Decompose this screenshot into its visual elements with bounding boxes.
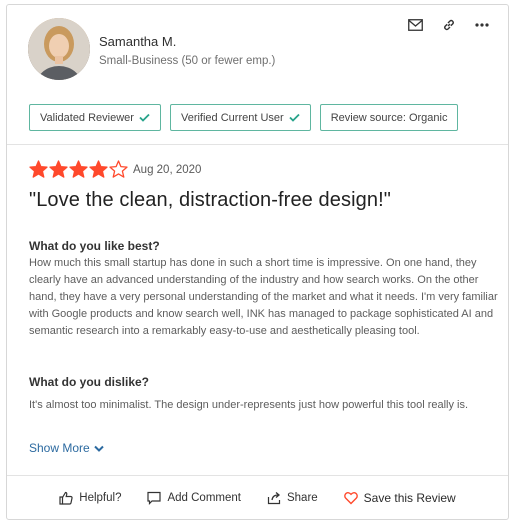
top-actions [407,16,490,33]
heart-icon [343,492,358,505]
check-icon [289,113,300,122]
more-options-icon[interactable] [473,16,490,33]
check-icon [139,113,150,122]
chevron-down-icon [93,445,104,452]
divider [7,475,508,476]
star-filled-icon [49,160,68,178]
review-card: Samantha M. Small-Business (50 or fewer … [6,4,509,520]
helpful-label: Helpful? [79,492,122,504]
like-heading: What do you like best? [29,239,160,253]
dislike-heading: What do you dislike? [29,375,150,389]
review-actions: Helpful? Add Comment Share Save this Rev… [7,488,508,508]
review-date: Aug 20, 2020 [133,164,202,176]
show-more-button[interactable]: Show More [29,441,104,455]
review-title: "Love the clean, distraction-free design… [29,189,391,211]
share-button[interactable]: Share [267,488,318,508]
star-filled-icon [29,160,48,178]
star-empty-icon [109,160,128,178]
avatar [28,18,90,80]
save-review-button[interactable]: Save this Review [343,488,456,508]
dislike-text: It's almost too minimalist. The design u… [29,399,469,411]
helpful-button[interactable]: Helpful? [59,488,121,508]
badge-verified-current-user: Verified Current User [169,104,311,131]
reviewer-badges: Validated Reviewer Verified Current User… [29,104,459,131]
link-icon[interactable] [440,16,457,33]
add-comment-label: Add Comment [167,492,241,504]
badge-review-source: Review source: Organic [319,104,459,131]
reviewer-segment: Small-Business (50 or fewer emp.) [99,55,276,67]
add-comment-button[interactable]: Add Comment [147,488,241,508]
badge-label: Review source: Organic [330,111,448,124]
badge-label: Verified Current User [180,111,284,124]
divider [7,144,508,145]
like-text: How much this small startup has done in … [29,257,498,337]
star-filled-icon [69,160,88,178]
star-rating [29,160,128,179]
reviewer-name[interactable]: Samantha M. [99,34,176,49]
share-label: Share [286,492,318,504]
email-icon[interactable] [407,16,424,33]
share-icon [267,492,281,505]
thumbs-up-icon [59,491,73,505]
badge-validated-reviewer: Validated Reviewer [29,104,161,131]
save-review-label: Save this Review [363,491,456,505]
comment-icon [147,491,162,505]
show-more-label: Show More [29,441,90,455]
star-filled-icon [89,160,108,178]
badge-label: Validated Reviewer [40,111,134,124]
